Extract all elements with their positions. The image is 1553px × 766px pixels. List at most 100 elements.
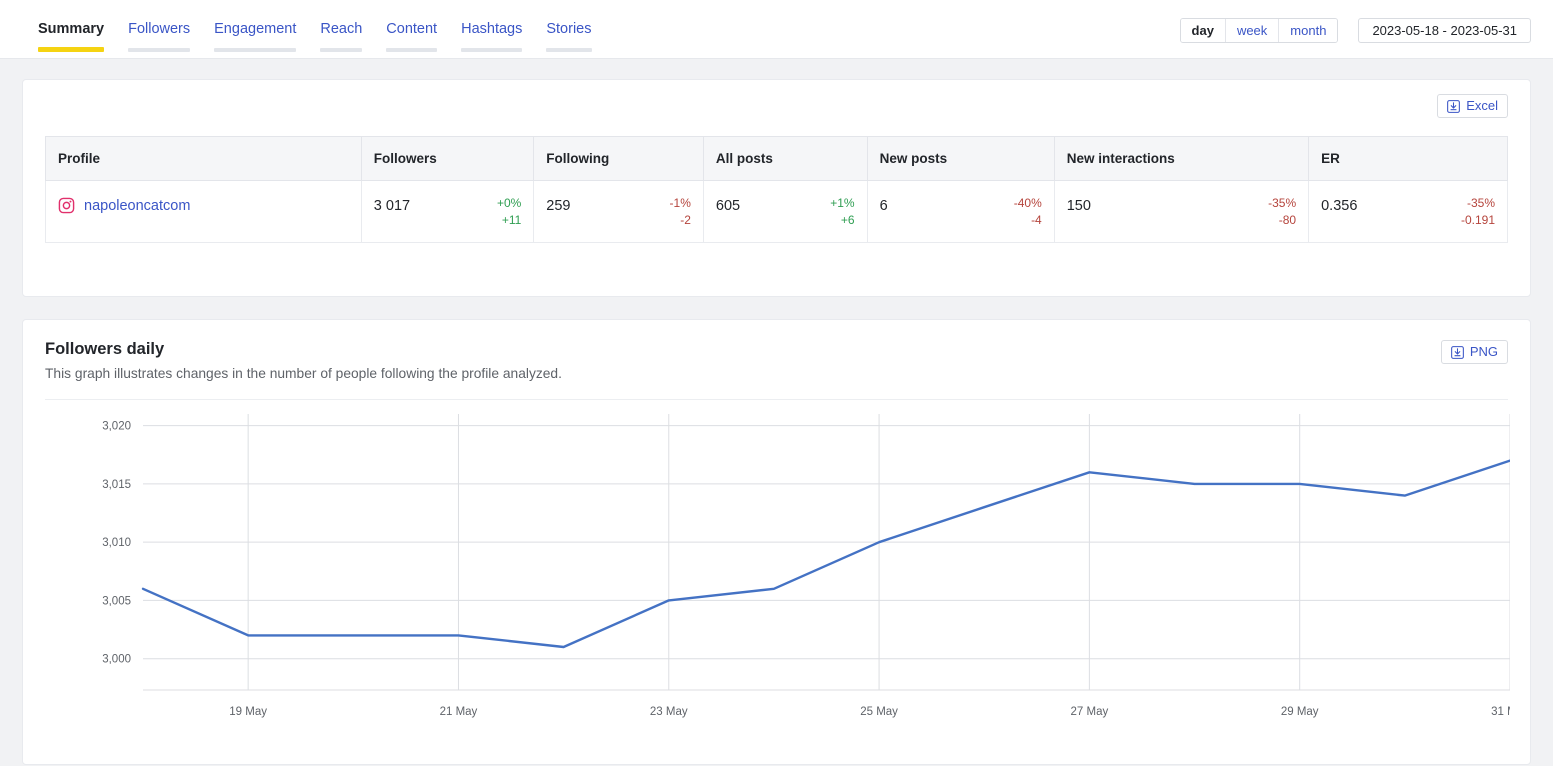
cell-new-posts: 6 -40% -4 bbox=[866, 180, 1055, 243]
chart-line-series bbox=[141, 459, 1510, 649]
tab-reach-label: Reach bbox=[320, 21, 363, 37]
table-header-row: Profile Followers Following All posts Ne… bbox=[45, 136, 1508, 181]
all-posts-delta: +1% +6 bbox=[830, 195, 854, 229]
column-header-following: Following bbox=[533, 136, 704, 181]
column-header-new-posts: New posts bbox=[866, 136, 1055, 181]
following-delta-abs: -2 bbox=[680, 213, 691, 227]
tab-content-label: Content bbox=[386, 21, 438, 37]
profile-link[interactable]: napoleoncatcom bbox=[84, 198, 190, 214]
column-header-all-posts: All posts bbox=[702, 136, 868, 181]
graph-toolbar: PNG bbox=[1440, 340, 1508, 364]
followers-delta-abs: +11 bbox=[501, 213, 522, 227]
graph-header: Followers daily This graph illustrates c… bbox=[45, 340, 1508, 381]
tab-hashtags-underline bbox=[461, 48, 523, 52]
column-header-new-interactions: New interactions bbox=[1053, 136, 1310, 181]
new-posts-value: 6 bbox=[879, 198, 888, 214]
cell-profile: napoleoncatcom bbox=[45, 180, 362, 243]
column-header-followers: Followers bbox=[360, 136, 535, 181]
cell-all-posts: 605 +1% +6 bbox=[702, 180, 868, 243]
top-tab-bar: Summary Followers Engagement Reach Conte… bbox=[0, 0, 1553, 59]
cell-followers: 3 017 +0% +11 bbox=[360, 180, 535, 243]
tab-followers-underline bbox=[128, 48, 191, 52]
new-posts-delta-abs: -4 bbox=[1031, 213, 1042, 227]
cell-new-interactions: 150 -35% -80 bbox=[1053, 180, 1310, 243]
er-delta-abs: -0.191 bbox=[1460, 213, 1495, 227]
er-delta: -35% -0.191 bbox=[1461, 195, 1495, 229]
graph-subtitle: This graph illustrates changes in the nu… bbox=[45, 366, 562, 381]
er-delta-pct: -35% bbox=[1466, 196, 1495, 210]
tab-content[interactable]: Content bbox=[374, 0, 449, 59]
download-icon bbox=[1447, 99, 1461, 113]
x-axis-tick-label: 25 May bbox=[860, 706, 898, 718]
chart-canvas: 3,000 3,005 3,010 3,015 3,020 19 May 21 May 23 … bbox=[102, 414, 1510, 718]
download-icon bbox=[1450, 345, 1464, 359]
granularity-option-month[interactable]: month bbox=[1279, 19, 1338, 42]
x-axis-tick-label: 31 May bbox=[1491, 706, 1510, 718]
y-axis-tick-label: 3,015 bbox=[102, 479, 131, 491]
summary-card: Excel Profile Followers Following All po… bbox=[22, 79, 1531, 297]
granularity-option-day[interactable]: day bbox=[1180, 19, 1226, 42]
x-axis-tick-label: 27 May bbox=[1071, 706, 1109, 718]
tab-followers[interactable]: Followers bbox=[116, 0, 202, 59]
tab-engagement[interactable]: Engagement bbox=[202, 0, 308, 59]
new-interactions-delta-abs: -80 bbox=[1278, 213, 1297, 227]
tab-hashtags[interactable]: Hashtags bbox=[449, 0, 534, 59]
column-header-er: ER bbox=[1308, 136, 1508, 181]
tab-engagement-underline bbox=[214, 48, 297, 52]
tab-reach[interactable]: Reach bbox=[308, 0, 374, 59]
export-excel-label: Excel bbox=[1466, 98, 1498, 113]
y-axis-tick-label: 3,010 bbox=[102, 537, 131, 549]
summary-table: Profile Followers Following All posts Ne… bbox=[45, 136, 1508, 243]
cell-er: 0.356 -35% -0.191 bbox=[1308, 180, 1508, 243]
tab-reach-underline bbox=[320, 48, 363, 52]
graph-title: Followers daily bbox=[45, 340, 165, 358]
followers-delta: +0% +11 bbox=[497, 195, 521, 229]
x-axis-tick-label: 21 May bbox=[440, 706, 478, 718]
table-row: napoleoncatcom 3 017 +0% +11 259 -1% -2 … bbox=[45, 180, 1508, 243]
new-posts-delta: -40% -4 bbox=[1014, 195, 1042, 229]
instagram-icon bbox=[58, 197, 75, 214]
tab-summary[interactable]: Summary bbox=[26, 0, 116, 59]
column-header-profile: Profile bbox=[45, 136, 362, 181]
new-posts-delta-pct: -40% bbox=[1013, 196, 1042, 210]
export-png-button[interactable]: PNG bbox=[1440, 340, 1508, 364]
cell-following: 259 -1% -2 bbox=[533, 180, 704, 243]
tab-summary-label: Summary bbox=[38, 21, 105, 37]
all-posts-delta-abs: +6 bbox=[840, 213, 855, 227]
granularity-switch: day week month bbox=[1179, 18, 1339, 43]
tab-summary-underline bbox=[38, 47, 105, 52]
tab-followers-label: Followers bbox=[128, 21, 191, 37]
tab-stories[interactable]: Stories bbox=[534, 0, 603, 59]
graph-divider bbox=[45, 399, 1508, 400]
following-delta: -1% -2 bbox=[670, 195, 691, 229]
x-axis-tick-label: 19 May bbox=[229, 706, 267, 718]
y-axis-tick-label: 3,020 bbox=[102, 421, 131, 433]
following-delta-pct: -1% bbox=[669, 196, 691, 210]
new-interactions-delta: -35% -80 bbox=[1268, 195, 1296, 229]
summary-toolbar: Excel bbox=[45, 94, 1508, 118]
tab-list: Summary Followers Engagement Reach Conte… bbox=[22, 0, 604, 59]
followers-delta-pct: +0% bbox=[496, 196, 522, 210]
tab-stories-underline bbox=[546, 48, 592, 52]
tab-stories-label: Stories bbox=[546, 21, 592, 37]
date-range-picker[interactable]: 2023-05-18 - 2023-05-31 bbox=[1358, 18, 1531, 43]
x-axis-tick-label: 29 May bbox=[1281, 706, 1319, 718]
tab-engagement-label: Engagement bbox=[214, 21, 297, 37]
tab-hashtags-label: Hashtags bbox=[461, 21, 523, 37]
granularity-option-week[interactable]: week bbox=[1225, 19, 1280, 42]
new-interactions-value: 150 bbox=[1066, 198, 1091, 214]
new-interactions-delta-pct: -35% bbox=[1268, 196, 1297, 210]
export-excel-button[interactable]: Excel bbox=[1437, 94, 1508, 118]
following-value: 259 bbox=[546, 198, 571, 214]
y-axis-tick-label: 3,000 bbox=[102, 654, 131, 666]
followers-daily-card: Followers daily This graph illustrates c… bbox=[22, 319, 1531, 765]
er-value: 0.356 bbox=[1321, 198, 1358, 214]
export-png-label: PNG bbox=[1469, 344, 1498, 359]
followers-value: 3 017 bbox=[373, 198, 411, 214]
followers-daily-chart: 3,000 3,005 3,010 3,015 3,020 19 May 21 May 23 … bbox=[45, 404, 1510, 734]
x-axis-tick-label: 23 May bbox=[650, 706, 688, 718]
all-posts-value: 605 bbox=[715, 198, 741, 214]
topbar-controls: day week month 2023-05-18 - 2023-05-31 bbox=[1179, 18, 1531, 43]
all-posts-delta-pct: +1% bbox=[830, 196, 855, 210]
tab-content-underline bbox=[386, 48, 438, 52]
